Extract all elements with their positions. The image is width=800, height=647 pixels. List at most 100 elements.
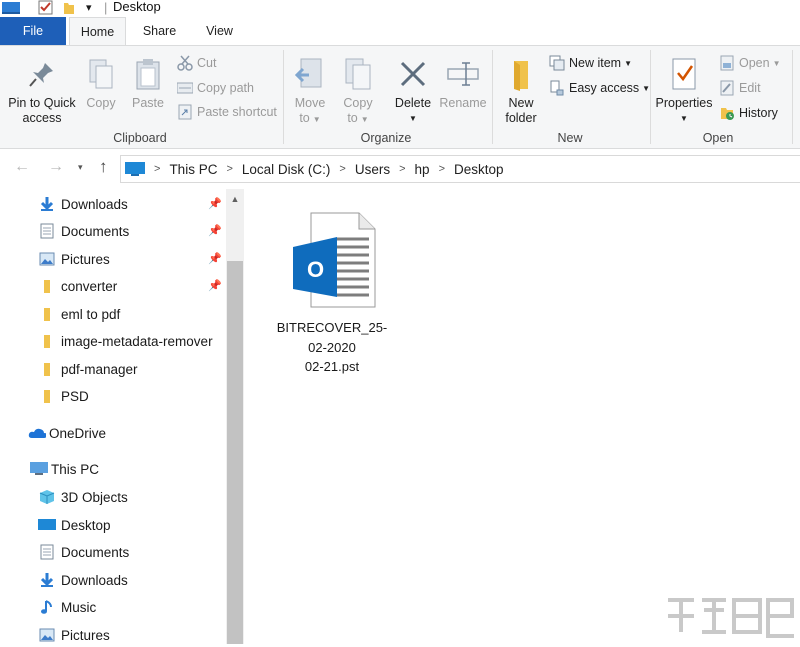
tab-share[interactable]: Share [132,17,187,45]
navigation-pane: Downloads 📌 Documents 📌 Pictures 📌 conve… [0,189,226,644]
3d-objects-icon [38,488,56,506]
paste-label: Paste [132,96,164,110]
edit-button[interactable]: Edit [718,77,761,99]
navigation-pane-scrollbar[interactable]: ▲ [226,189,244,644]
sidebar-item-psd[interactable]: PSD [38,384,89,408]
breadcrumb-users[interactable]: Users [355,162,390,177]
paste-button[interactable]: Paste [128,52,168,111]
forward-arrow-icon[interactable]: → [48,158,64,176]
customize-qat-dropdown-icon[interactable]: ▾ [86,0,92,15]
copy-to-label-line2: to [347,111,358,125]
pin-icon [6,52,78,96]
this-pc-monitor-icon [30,460,48,478]
sidebar-item-label: PSD [61,388,89,404]
sidebar-item-label: 3D Objects [61,489,128,505]
open-icon [718,54,736,72]
sidebar-item-3d-objects[interactable]: 3D Objects [38,485,128,509]
copy-to-button[interactable]: Copy to ▼ [338,52,378,127]
tab-view[interactable]: View [192,17,247,45]
sidebar-item-downloads[interactable]: Downloads [38,192,128,216]
pinned-icon[interactable]: 📌 [208,224,222,237]
cut-button[interactable]: Cut [176,52,216,74]
easy-access-dropdown-icon: ▼ [642,83,651,93]
pinned-icon[interactable]: 📌 [208,252,222,265]
copy-path-button[interactable]: Copy path [176,77,254,99]
properties-qat-icon[interactable] [38,0,54,15]
sidebar-item-this-pc[interactable]: This PC [30,457,99,481]
edit-icon [718,79,736,97]
new-folder-button[interactable]: New folder [498,52,544,126]
music-note-icon [38,598,56,616]
breadcrumb-desktop[interactable]: Desktop [454,162,504,177]
new-item-button[interactable]: New item ▼ [548,52,632,74]
sidebar-item-pdf-manager[interactable]: pdf-manager [38,357,138,381]
rename-button[interactable]: Rename [438,52,488,111]
scrollbar-thumb[interactable] [227,261,243,644]
history-button[interactable]: History [718,102,778,124]
sidebar-item-documents[interactable]: Documents [38,219,129,243]
breadcrumb-chevron-icon[interactable]: > [399,163,405,175]
sidebar-item-documents-pc[interactable]: Documents [38,540,129,564]
navigation-row: ← → ▾ ↑ > This PC > Local Disk (C:) > Us… [0,149,800,189]
sidebar-item-downloads-pc[interactable]: Downloads [38,568,128,592]
tab-home[interactable]: Home [69,17,126,45]
sidebar-item-eml-to-pdf[interactable]: eml to pdf [38,302,120,326]
breadcrumb-this-pc[interactable]: This PC [169,162,217,177]
sidebar-item-music[interactable]: Music [38,595,96,619]
pin-to-quick-access-button[interactable]: Pin to Quick access [6,52,78,126]
documents-icon [38,543,56,561]
sidebar-item-image-metadata-remover[interactable]: image-metadata-remover [38,329,213,353]
tab-file[interactable]: File [0,17,66,45]
file-name: BITRECOVER_25- 02-2020 02-21.pst [272,318,392,377]
sidebar-item-converter[interactable]: converter [38,274,117,298]
file-name-line1: BITRECOVER_25- [276,320,388,335]
move-to-label-line2: to [299,111,310,125]
breadcrumb-chevron-icon[interactable]: > [339,163,345,175]
copy-path-label: Copy path [197,81,254,95]
delete-button[interactable]: Delete ▼ [392,52,434,126]
pinned-icon[interactable]: 📌 [208,279,222,292]
move-to-dropdown-icon: ▼ [312,115,321,124]
sidebar-item-pictures-pc[interactable]: Pictures [38,623,110,647]
sidebar-item-onedrive[interactable]: OneDrive [28,421,106,445]
copy-icon [82,52,120,96]
breadcrumb-hp[interactable]: hp [415,162,430,177]
easy-access-button[interactable]: Easy access ▼ [548,77,650,99]
open-button[interactable]: Open ▼ [718,52,781,74]
file-list-pane[interactable]: O BITRECOVER_25- 02-2020 02-21.pst [244,189,800,644]
address-bar[interactable]: > This PC > Local Disk (C:) > Users > hp… [120,155,800,183]
up-arrow-icon[interactable]: ↑ [99,157,108,177]
folder-icon [38,387,56,405]
copy-button[interactable]: Copy [82,52,120,111]
paste-shortcut-button[interactable]: Paste shortcut [176,101,277,123]
group-separator [650,50,651,144]
sidebar-item-label: Pictures [61,251,110,267]
pin-label-line1: Pin to Quick [8,96,76,110]
breadcrumb-chevron-icon[interactable]: > [226,163,232,175]
window-title: Desktop [113,0,161,14]
easy-access-label: Easy access [569,81,640,95]
scroll-up-chevron-icon[interactable]: ▲ [226,189,244,209]
cut-label: Cut [197,56,217,70]
properties-button[interactable]: Properties ▼ [654,52,714,126]
download-arrow-icon [38,195,56,213]
sidebar-item-desktop[interactable]: Desktop [38,513,111,537]
breadcrumb-chevron-icon[interactable]: > [439,163,445,175]
breadcrumb-chevron-icon[interactable]: > [154,163,160,175]
move-to-icon [290,52,330,96]
copy-to-dropdown-icon: ▼ [360,115,369,124]
folder-icon [38,360,56,378]
group-separator [492,50,493,144]
sidebar-item-pictures[interactable]: Pictures [38,247,110,271]
back-arrow-icon[interactable]: ← [14,158,30,176]
move-to-button[interactable]: Move to ▼ [290,52,330,127]
file-item-pst[interactable]: O BITRECOVER_25- 02-2020 02-21.pst [272,211,392,377]
recent-locations-chevron-icon[interactable]: ▾ [78,162,83,173]
ribbon: Pin to Quick access Copy Paste Cut Copy … [0,45,800,149]
delete-label: Delete [394,96,432,110]
breadcrumb-local-disk[interactable]: Local Disk (C:) [242,162,331,177]
window-icon[interactable] [2,0,20,15]
pinned-icon[interactable]: 📌 [208,197,222,210]
new-folder-qat-icon[interactable] [62,0,76,15]
copy-path-icon [176,79,194,97]
